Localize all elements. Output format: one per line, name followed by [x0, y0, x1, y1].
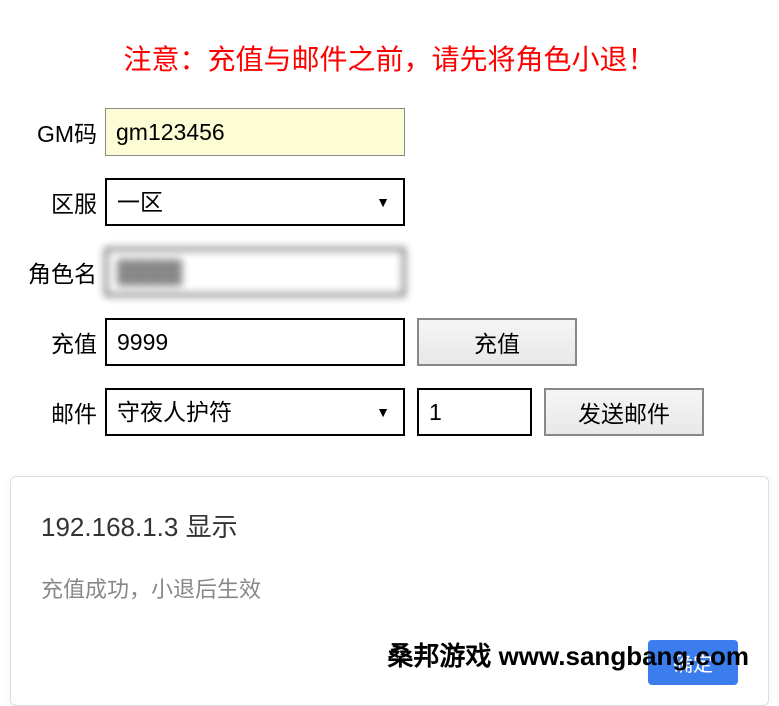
role-label: 角色名 [20, 255, 105, 289]
role-input[interactable] [105, 248, 405, 296]
server-row: 区服 一区 [20, 178, 759, 226]
admin-form: GM码 区服 一区 角色名 充值 充值 邮件 守夜人护符 发送邮件 [0, 108, 779, 436]
role-row: 角色名 [20, 248, 759, 296]
server-label: 区服 [20, 185, 105, 219]
recharge-input[interactable] [105, 318, 405, 366]
recharge-button[interactable]: 充值 [417, 318, 577, 366]
server-select-wrapper: 一区 [105, 178, 405, 226]
gm-code-label: GM码 [20, 115, 105, 149]
mail-label: 邮件 [20, 395, 105, 429]
gm-code-row: GM码 [20, 108, 759, 156]
recharge-label: 充值 [20, 325, 105, 359]
server-select[interactable]: 一区 [105, 178, 405, 226]
dialog-title: 192.168.1.3 显示 [41, 507, 738, 544]
mail-row: 邮件 守夜人护符 发送邮件 [20, 388, 759, 436]
send-mail-button[interactable]: 发送邮件 [544, 388, 704, 436]
warning-notice: 注意：充值与邮件之前，请先将角色小退！ [0, 0, 779, 108]
mail-item-select[interactable]: 守夜人护符 [105, 388, 405, 436]
mail-select-wrapper: 守夜人护符 [105, 388, 405, 436]
recharge-row: 充值 充值 [20, 318, 759, 366]
gm-code-input[interactable] [105, 108, 405, 156]
watermark-text: 桑邦游戏 www.sangbang.com [387, 636, 749, 673]
dialog-message: 充值成功，小退后生效 [41, 572, 738, 604]
mail-quantity-input[interactable] [417, 388, 532, 436]
